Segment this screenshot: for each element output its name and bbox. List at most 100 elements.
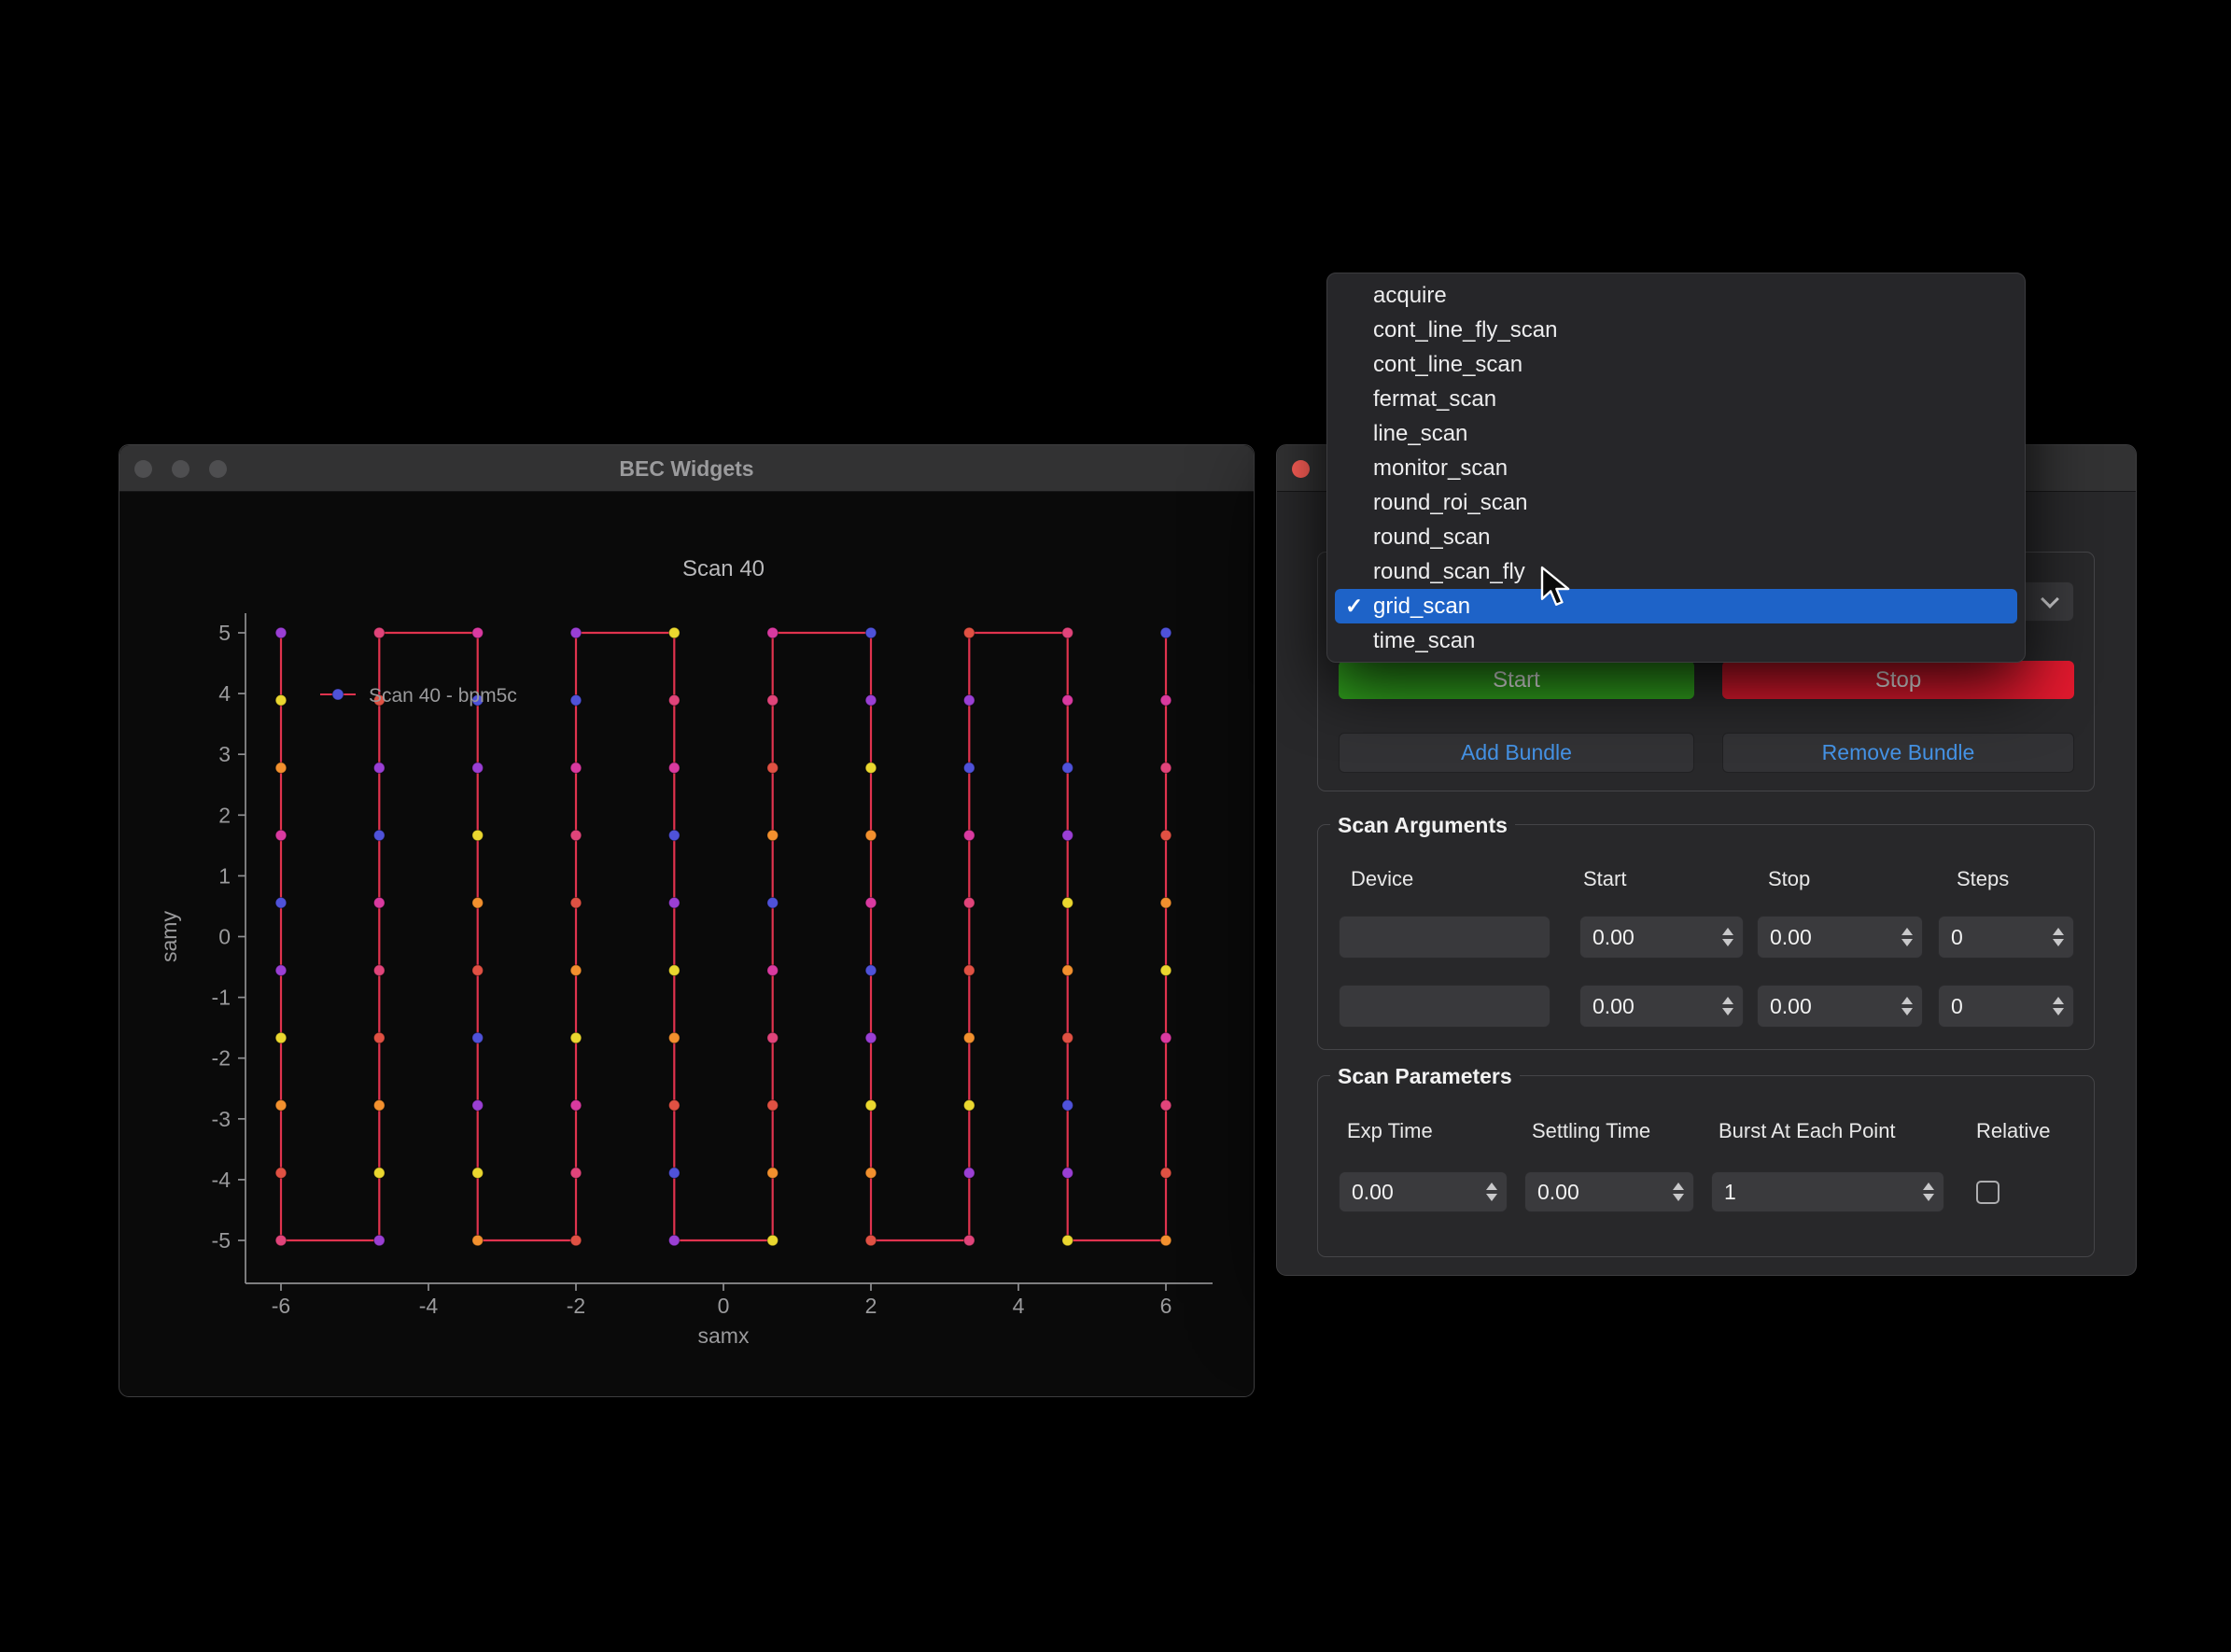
exp-time-spinbox[interactable]: 0.00 xyxy=(1339,1171,1508,1212)
y-tick-label: 4 xyxy=(218,681,231,706)
device-input-1[interactable] xyxy=(1339,916,1550,959)
settling-time-spinbox[interactable]: 0.00 xyxy=(1524,1171,1694,1212)
spin-value: 0.00 xyxy=(1340,1180,1394,1205)
y-tick-label: 0 xyxy=(218,925,231,949)
scan-point xyxy=(1160,695,1172,707)
stop-spinbox-1[interactable]: 0.00 xyxy=(1757,916,1923,959)
spin-value: 0.00 xyxy=(1758,994,1812,1019)
scan-point xyxy=(767,1168,779,1179)
scan-point xyxy=(275,627,287,638)
spinner-arrows-icon[interactable] xyxy=(1722,997,1743,1015)
spinner-arrows-icon[interactable] xyxy=(1901,997,1922,1015)
y-tick-label: -4 xyxy=(212,1168,232,1192)
y-tick-label: 3 xyxy=(218,742,231,766)
scan-point xyxy=(472,1168,484,1179)
scan-point xyxy=(1062,1032,1073,1043)
dropdown-item-label: round_scan xyxy=(1373,525,1490,550)
dropdown-item-time_scan[interactable]: time_scan xyxy=(1327,623,2025,658)
steps-spinbox-2[interactable]: 0 xyxy=(1938,985,2074,1028)
dropdown-item-round_roi_scan[interactable]: round_roi_scan xyxy=(1327,485,2025,520)
scan-arguments-title: Scan Arguments xyxy=(1330,810,1515,840)
burst-spinbox[interactable]: 1 xyxy=(1711,1171,1944,1212)
spinner-arrows-icon[interactable] xyxy=(1486,1183,1507,1201)
add-bundle-button[interactable]: Add Bundle xyxy=(1339,733,1694,773)
spin-value: 0 xyxy=(1939,925,1963,950)
steps-header: Steps xyxy=(1957,866,2009,892)
spin-value: 1 xyxy=(1712,1180,1736,1205)
scan-point xyxy=(472,1032,484,1043)
scan-point xyxy=(669,1235,681,1246)
x-tick-label: -4 xyxy=(419,1294,439,1318)
scan-point xyxy=(669,1168,681,1179)
scan-point xyxy=(964,1100,975,1112)
start-header: Start xyxy=(1583,866,1626,892)
stop-button[interactable]: Stop xyxy=(1722,661,2074,699)
scan-point xyxy=(865,763,877,774)
scan-point xyxy=(964,830,975,841)
steps-spinbox-1[interactable]: 0 xyxy=(1938,916,2074,959)
y-tick-label: -1 xyxy=(212,986,231,1010)
scan-point xyxy=(374,830,386,841)
stop-spinbox-2[interactable]: 0.00 xyxy=(1757,985,1923,1028)
start-spinbox-2[interactable]: 0.00 xyxy=(1579,985,1744,1028)
scan-point xyxy=(472,627,484,638)
scan-point xyxy=(1160,965,1172,976)
dropdown-item-label: monitor_scan xyxy=(1373,455,1508,481)
spinner-arrows-icon[interactable] xyxy=(2053,997,2073,1015)
spinner-arrows-icon[interactable] xyxy=(1923,1183,1943,1201)
dropdown-item-acquire[interactable]: acquire xyxy=(1327,278,2025,313)
dropdown-item-fermat_scan[interactable]: fermat_scan xyxy=(1327,382,2025,416)
scan-point xyxy=(275,830,287,841)
dropdown-item-label: line_scan xyxy=(1373,421,1467,446)
scan-point xyxy=(1160,1235,1172,1246)
scan-point xyxy=(570,898,582,909)
scan-point xyxy=(275,1235,287,1246)
scan-point xyxy=(472,830,484,841)
spinner-arrows-icon[interactable] xyxy=(1673,1183,1693,1201)
scan-point xyxy=(865,1100,877,1112)
dropdown-item-round_scan_fly[interactable]: round_scan_fly xyxy=(1327,554,2025,589)
dropdown-item-round_scan[interactable]: round_scan xyxy=(1327,520,2025,554)
relative-checkbox[interactable] xyxy=(1976,1181,1999,1204)
remove-bundle-button[interactable]: Remove Bundle xyxy=(1722,733,2074,773)
spinner-arrows-icon[interactable] xyxy=(2053,928,2073,946)
spin-value: 0.00 xyxy=(1758,925,1812,950)
dropdown-item-monitor_scan[interactable]: monitor_scan xyxy=(1327,451,2025,485)
dropdown-item-cont_line_fly_scan[interactable]: cont_line_fly_scan xyxy=(1327,313,2025,347)
dropdown-item-cont_line_scan[interactable]: cont_line_scan xyxy=(1327,347,2025,382)
scan-point xyxy=(570,1235,582,1246)
scan-point xyxy=(1062,898,1073,909)
spinner-arrows-icon[interactable] xyxy=(1901,928,1922,946)
plot-legend: Scan 40 - bpm5c xyxy=(320,685,517,707)
scan-point xyxy=(570,1100,582,1112)
dropdown-item-line_scan[interactable]: line_scan xyxy=(1327,416,2025,451)
scan-point xyxy=(669,965,681,976)
scan-point xyxy=(865,1032,877,1043)
scan-point xyxy=(1160,1032,1172,1043)
start-spinbox-1[interactable]: 0.00 xyxy=(1579,916,1744,959)
scan-point xyxy=(1160,830,1172,841)
legend-label: Scan 40 - bpm5c xyxy=(369,685,517,707)
scan-point xyxy=(669,627,681,638)
scan-point xyxy=(964,1032,975,1043)
dropdown-item-label: fermat_scan xyxy=(1373,386,1496,412)
dropdown-item-label: round_scan_fly xyxy=(1373,559,1525,584)
scan-point xyxy=(275,1032,287,1043)
spinner-arrows-icon[interactable] xyxy=(1722,928,1743,946)
device-input-2[interactable] xyxy=(1339,985,1550,1028)
scan-point xyxy=(669,695,681,707)
burst-header: Burst At Each Point xyxy=(1719,1118,1896,1144)
checkmark-icon: ✓ xyxy=(1345,589,1363,623)
scan-point xyxy=(767,1032,779,1043)
scan-path xyxy=(281,633,1166,1240)
scan-point xyxy=(1160,1100,1172,1112)
close-button[interactable] xyxy=(1292,460,1310,478)
x-tick-label: 4 xyxy=(1013,1294,1025,1318)
start-button[interactable]: Start xyxy=(1339,661,1694,699)
plot-window-titlebar[interactable]: BEC Widgets xyxy=(119,445,1254,492)
bec-widgets-window: BEC Widgets -6-4-20246-5-4-3-2-1012345Sc… xyxy=(119,444,1255,1397)
scan-point xyxy=(767,898,779,909)
dropdown-item-label: cont_line_scan xyxy=(1373,352,1522,377)
scan-point xyxy=(374,965,386,976)
dropdown-item-grid_scan[interactable]: ✓grid_scan xyxy=(1335,589,2017,623)
